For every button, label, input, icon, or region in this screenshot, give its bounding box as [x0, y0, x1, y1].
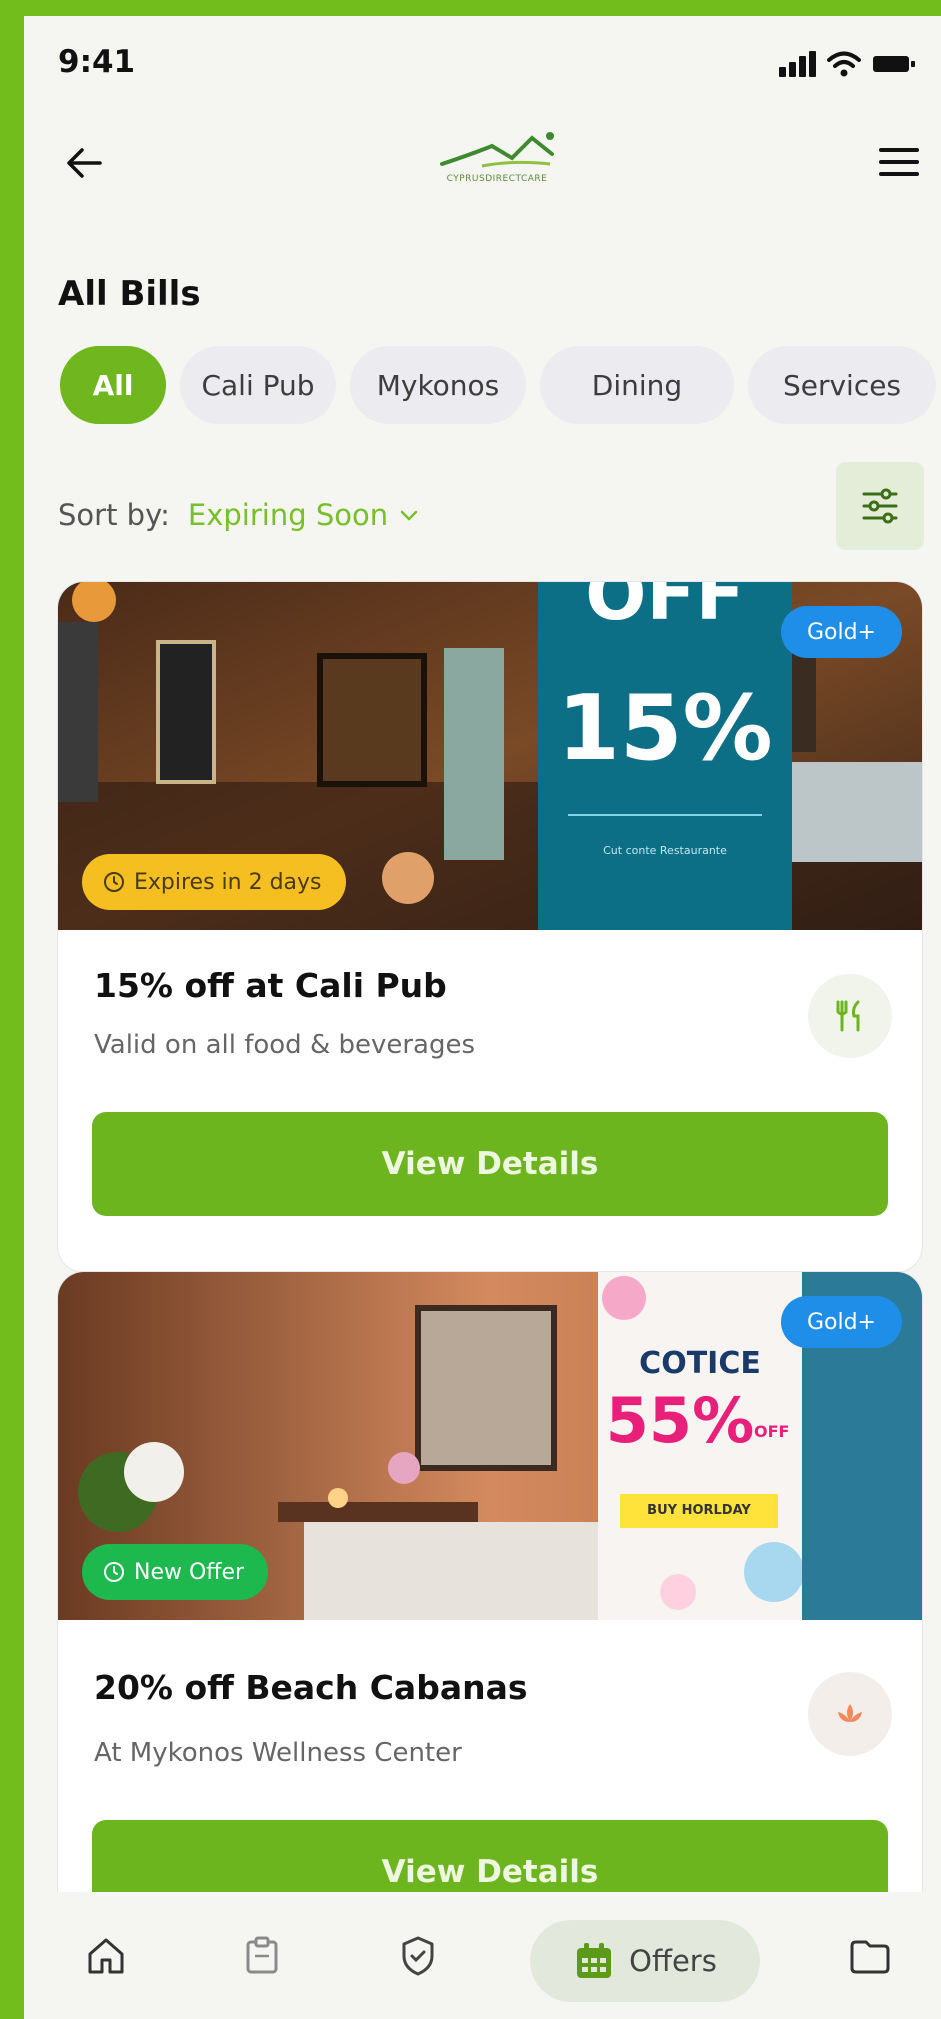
chip-dining[interactable]: Dining: [540, 346, 734, 424]
nav-offers[interactable]: Offers: [530, 1920, 760, 2002]
tier-badge: Gold+: [780, 606, 902, 658]
logo-mark-icon: [440, 132, 554, 168]
sliders-icon: [862, 488, 898, 524]
banner-top-text: COTICE: [639, 1346, 761, 1381]
sort-control: Sort by: Expiring Soon: [58, 498, 420, 532]
status-icons: [779, 49, 917, 79]
status-pill-text: New Offer: [134, 1559, 245, 1585]
receipt-icon: [246, 1936, 278, 1974]
filter-chips: All Cali Pub Mykonos Dining Services: [60, 346, 936, 426]
page-title: All Bills: [58, 274, 201, 314]
back-arrow-icon[interactable]: [60, 138, 110, 188]
nav-offers-label: Offers: [629, 1944, 717, 1978]
category-icon: [808, 974, 892, 1058]
offer-subtitle: At Mykonos Wellness Center: [94, 1738, 462, 1768]
status-time: 9:41: [58, 44, 136, 80]
status-pill-text: Expires in 2 days: [134, 869, 322, 895]
status-bar: 9:41: [24, 16, 941, 126]
logo-text: CYPRUSDIRECTCARE: [446, 174, 548, 184]
sort-value[interactable]: Expiring Soon: [188, 498, 388, 532]
offer-banner: OFF 15% Cut conte Restaurante: [538, 582, 792, 930]
offer-image: OFF 15% Cut conte Restaurante Gold+ Expi…: [58, 582, 922, 930]
lotus-icon: [838, 1704, 862, 1722]
offer-card[interactable]: COTICE 55% OFF BUY HORLDAY Gold+ New Off…: [58, 1272, 922, 1992]
banner-small-text: Cut conte Restaurante: [603, 844, 727, 857]
offer-title: 20% off Beach Cabanas: [94, 1668, 528, 1707]
signal-icon: [779, 51, 816, 77]
banner-top-text: OFF: [585, 582, 745, 636]
offer-card[interactable]: OFF 15% Cut conte Restaurante Gold+ Expi…: [58, 582, 922, 1272]
chevron-down-icon[interactable]: [398, 504, 420, 526]
clock-icon: [104, 872, 124, 892]
chip-mykonos[interactable]: Mykonos: [350, 346, 526, 424]
nav-folder[interactable]: [842, 1928, 898, 1984]
home-icon: [88, 1938, 124, 1974]
nav-bills[interactable]: [234, 1928, 290, 1984]
offer-banner: COTICE 55% OFF BUY HORLDAY: [598, 1272, 802, 1620]
bottom-nav: Offers: [24, 1892, 941, 2019]
folder-icon: [850, 1940, 890, 1974]
banner-off-text: OFF: [754, 1422, 790, 1441]
wifi-icon: [827, 51, 861, 77]
banner-tag: BUY HORLDAY: [620, 1494, 778, 1528]
sort-label: Sort by:: [58, 498, 170, 532]
chip-all[interactable]: All: [60, 346, 166, 424]
offer-subtitle: Valid on all food & beverages: [94, 1030, 476, 1060]
banner-big-text: 55%: [605, 1384, 755, 1457]
battery-icon: [873, 56, 915, 72]
fork-knife-icon: [836, 1000, 860, 1032]
nav-home[interactable]: [78, 1928, 134, 1984]
tier-badge: Gold+: [780, 1296, 902, 1348]
banner-big-text: 15%: [557, 676, 773, 781]
filter-button[interactable]: [836, 462, 924, 550]
status-pill: Expires in 2 days: [82, 854, 346, 910]
category-icon: [808, 1672, 892, 1756]
chip-services[interactable]: Services: [748, 346, 936, 424]
hamburger-menu-icon[interactable]: [875, 142, 923, 182]
banner-divider: [568, 814, 762, 816]
shield-check-icon: [402, 1936, 434, 1976]
view-details-button[interactable]: View Details: [92, 1112, 888, 1216]
status-pill: New Offer: [82, 1544, 269, 1600]
brand-logo[interactable]: CYPRUSDIRECTCARE: [422, 124, 572, 196]
clock-icon: [104, 1562, 124, 1582]
offer-image: COTICE 55% OFF BUY HORLDAY Gold+ New Off…: [58, 1272, 922, 1620]
calendar-icon: [577, 1943, 612, 1978]
offer-title: 15% off at Cali Pub: [94, 966, 447, 1005]
phone-screen: 9:41 CYPRUSDIRECTCARE All Bills All Cali…: [24, 16, 941, 2019]
chip-cali-pub[interactable]: Cali Pub: [180, 346, 336, 424]
nav-security[interactable]: [390, 1928, 446, 1984]
